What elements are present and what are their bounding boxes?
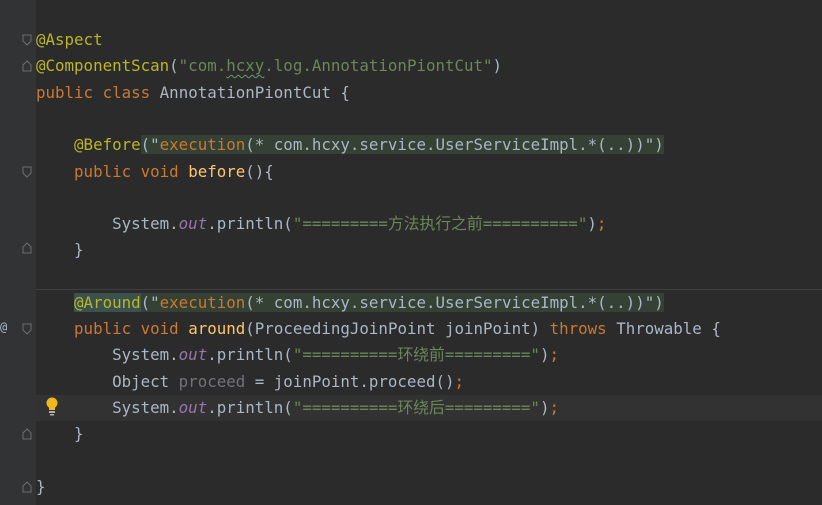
code-line-8[interactable]: System.out.println("=========方法执行之前=====… xyxy=(36,211,606,237)
code-line-15[interactable]: System.out.println("==========环绕后=======… xyxy=(36,395,559,421)
fold-marker-icon[interactable] xyxy=(22,323,32,335)
annotation: @Aspect xyxy=(36,30,103,49)
method-name: around xyxy=(188,319,246,338)
code-line-1[interactable]: @Aspect xyxy=(36,27,103,53)
annotation: @ComponentScan xyxy=(36,56,170,75)
fold-marker-icon[interactable] xyxy=(22,166,32,178)
code-line-2[interactable]: @ComponentScan("com.hcxy.log.AnnotationP… xyxy=(36,53,502,79)
annotation: @Around xyxy=(74,293,141,312)
code-line-6[interactable]: public void before(){ xyxy=(36,159,274,185)
fold-marker-icon[interactable] xyxy=(22,242,32,254)
code-line-18[interactable]: } xyxy=(36,474,46,500)
code-line-5[interactable]: @Before("execution(* com.hcxy.service.Us… xyxy=(36,132,664,158)
code-line-13[interactable]: System.out.println("==========环绕前=======… xyxy=(36,342,559,368)
code-line-11[interactable]: @Around("execution(* com.hcxy.service.Us… xyxy=(36,290,664,316)
code-line-9[interactable]: } xyxy=(36,237,84,263)
fold-marker-icon[interactable] xyxy=(22,34,32,46)
unused-variable: proceed xyxy=(178,372,246,391)
code-editor[interactable]: @ @Aspect @ComponentScan("com.hcxy.log.A… xyxy=(0,0,822,505)
fold-marker-icon[interactable] xyxy=(22,428,32,440)
code-line-14[interactable]: Object proceed = joinPoint.proceed(); xyxy=(36,369,464,395)
code-line-16[interactable]: } xyxy=(36,421,84,447)
aspect-marker-icon[interactable]: @ xyxy=(0,318,10,336)
code-line-3[interactable]: public class AnnotationPiontCut { xyxy=(36,80,350,106)
fold-marker-icon[interactable] xyxy=(22,60,32,72)
method-name: before xyxy=(188,162,246,181)
annotation: @Before xyxy=(74,135,141,154)
typo-underline: hcxy xyxy=(226,56,265,75)
class-name: AnnotationPiontCut { xyxy=(159,83,350,102)
code-line-12[interactable]: public void around(ProceedingJoinPoint j… xyxy=(36,316,721,342)
fold-marker-icon[interactable] xyxy=(22,481,32,493)
